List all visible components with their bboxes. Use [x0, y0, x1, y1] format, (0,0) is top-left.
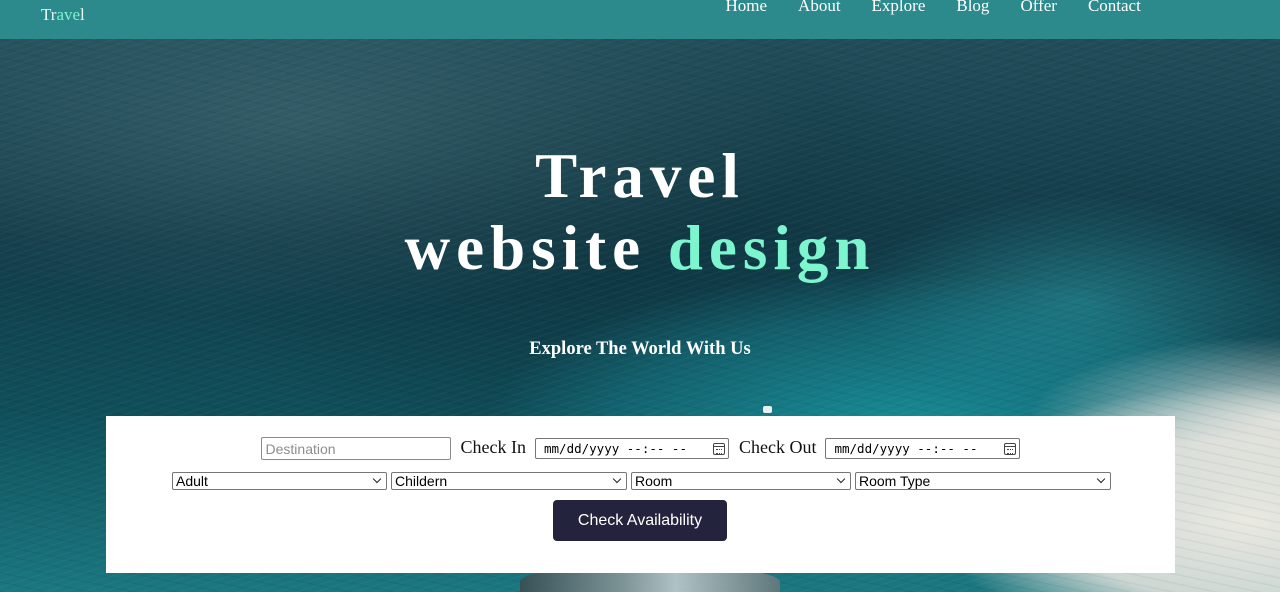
hero-title-line2: website design [0, 212, 1280, 284]
hero-title-line1: Travel [535, 141, 745, 211]
calendar-icon[interactable] [713, 442, 725, 455]
logo-text-accent: ave [56, 5, 81, 24]
chevron-down-icon [613, 476, 623, 486]
logo-text-end: l [80, 5, 85, 24]
chevron-down-icon [1097, 476, 1107, 486]
destination-input[interactable] [260, 437, 451, 460]
navbar: Travel Home About Explore Blog Offer Con… [0, 0, 1280, 39]
children-select[interactable]: Childern [391, 472, 627, 490]
nav-menu: Home About Explore Blog Offer Contact [710, 0, 1156, 16]
check-out-datetime-input[interactable]: mm/dd/yyyy --:-- -- [825, 438, 1021, 459]
room-type-select-value: Room Type [859, 473, 931, 489]
logo-text-start: Tr [41, 5, 57, 24]
room-type-select[interactable]: Room Type [855, 472, 1111, 490]
nav-link-contact[interactable]: Contact [1072, 0, 1156, 16]
booking-row-selects: Adult Childern Room Room Type [172, 472, 1111, 490]
check-out-value: mm/dd/yyyy --:-- -- [834, 441, 978, 456]
room-select-value: Room [635, 473, 673, 489]
nav-link-offer[interactable]: Offer [1005, 0, 1073, 16]
boat-image [763, 406, 772, 413]
hero-title-plain: website [404, 213, 668, 283]
nav-link-blog[interactable]: Blog [941, 0, 1005, 16]
adult-select-value: Adult [176, 473, 208, 489]
logo[interactable]: Travel [41, 5, 85, 25]
room-select[interactable]: Room [631, 472, 851, 490]
check-in-label: Check In [460, 437, 526, 457]
chevron-down-icon [837, 476, 847, 486]
check-in-datetime-input[interactable]: mm/dd/yyyy --:-- -- [535, 438, 729, 459]
children-select-value: Childern [395, 473, 448, 489]
adult-select[interactable]: Adult [172, 472, 387, 490]
calendar-icon[interactable] [1004, 442, 1017, 455]
nav-link-explore[interactable]: Explore [856, 0, 941, 16]
nav-link-about[interactable]: About [783, 0, 857, 16]
booking-form: Check In mm/dd/yyyy --:-- -- Check Out m… [106, 416, 1175, 573]
chevron-down-icon [373, 476, 383, 486]
nav-link-home[interactable]: Home [710, 0, 783, 16]
booking-row-dates: Check In mm/dd/yyyy --:-- -- Check Out m… [106, 437, 1175, 460]
hero-title: Travel website design [0, 140, 1280, 284]
check-out-label: Check Out [739, 437, 817, 457]
check-in-value: mm/dd/yyyy --:-- -- [544, 441, 687, 456]
hero-subtitle: Explore The World With Us [529, 339, 751, 359]
check-availability-button[interactable]: Check Availability [553, 500, 727, 541]
hero-title-accent: design [667, 213, 876, 283]
page: Travel Home About Explore Blog Offer Con… [0, 0, 1280, 592]
